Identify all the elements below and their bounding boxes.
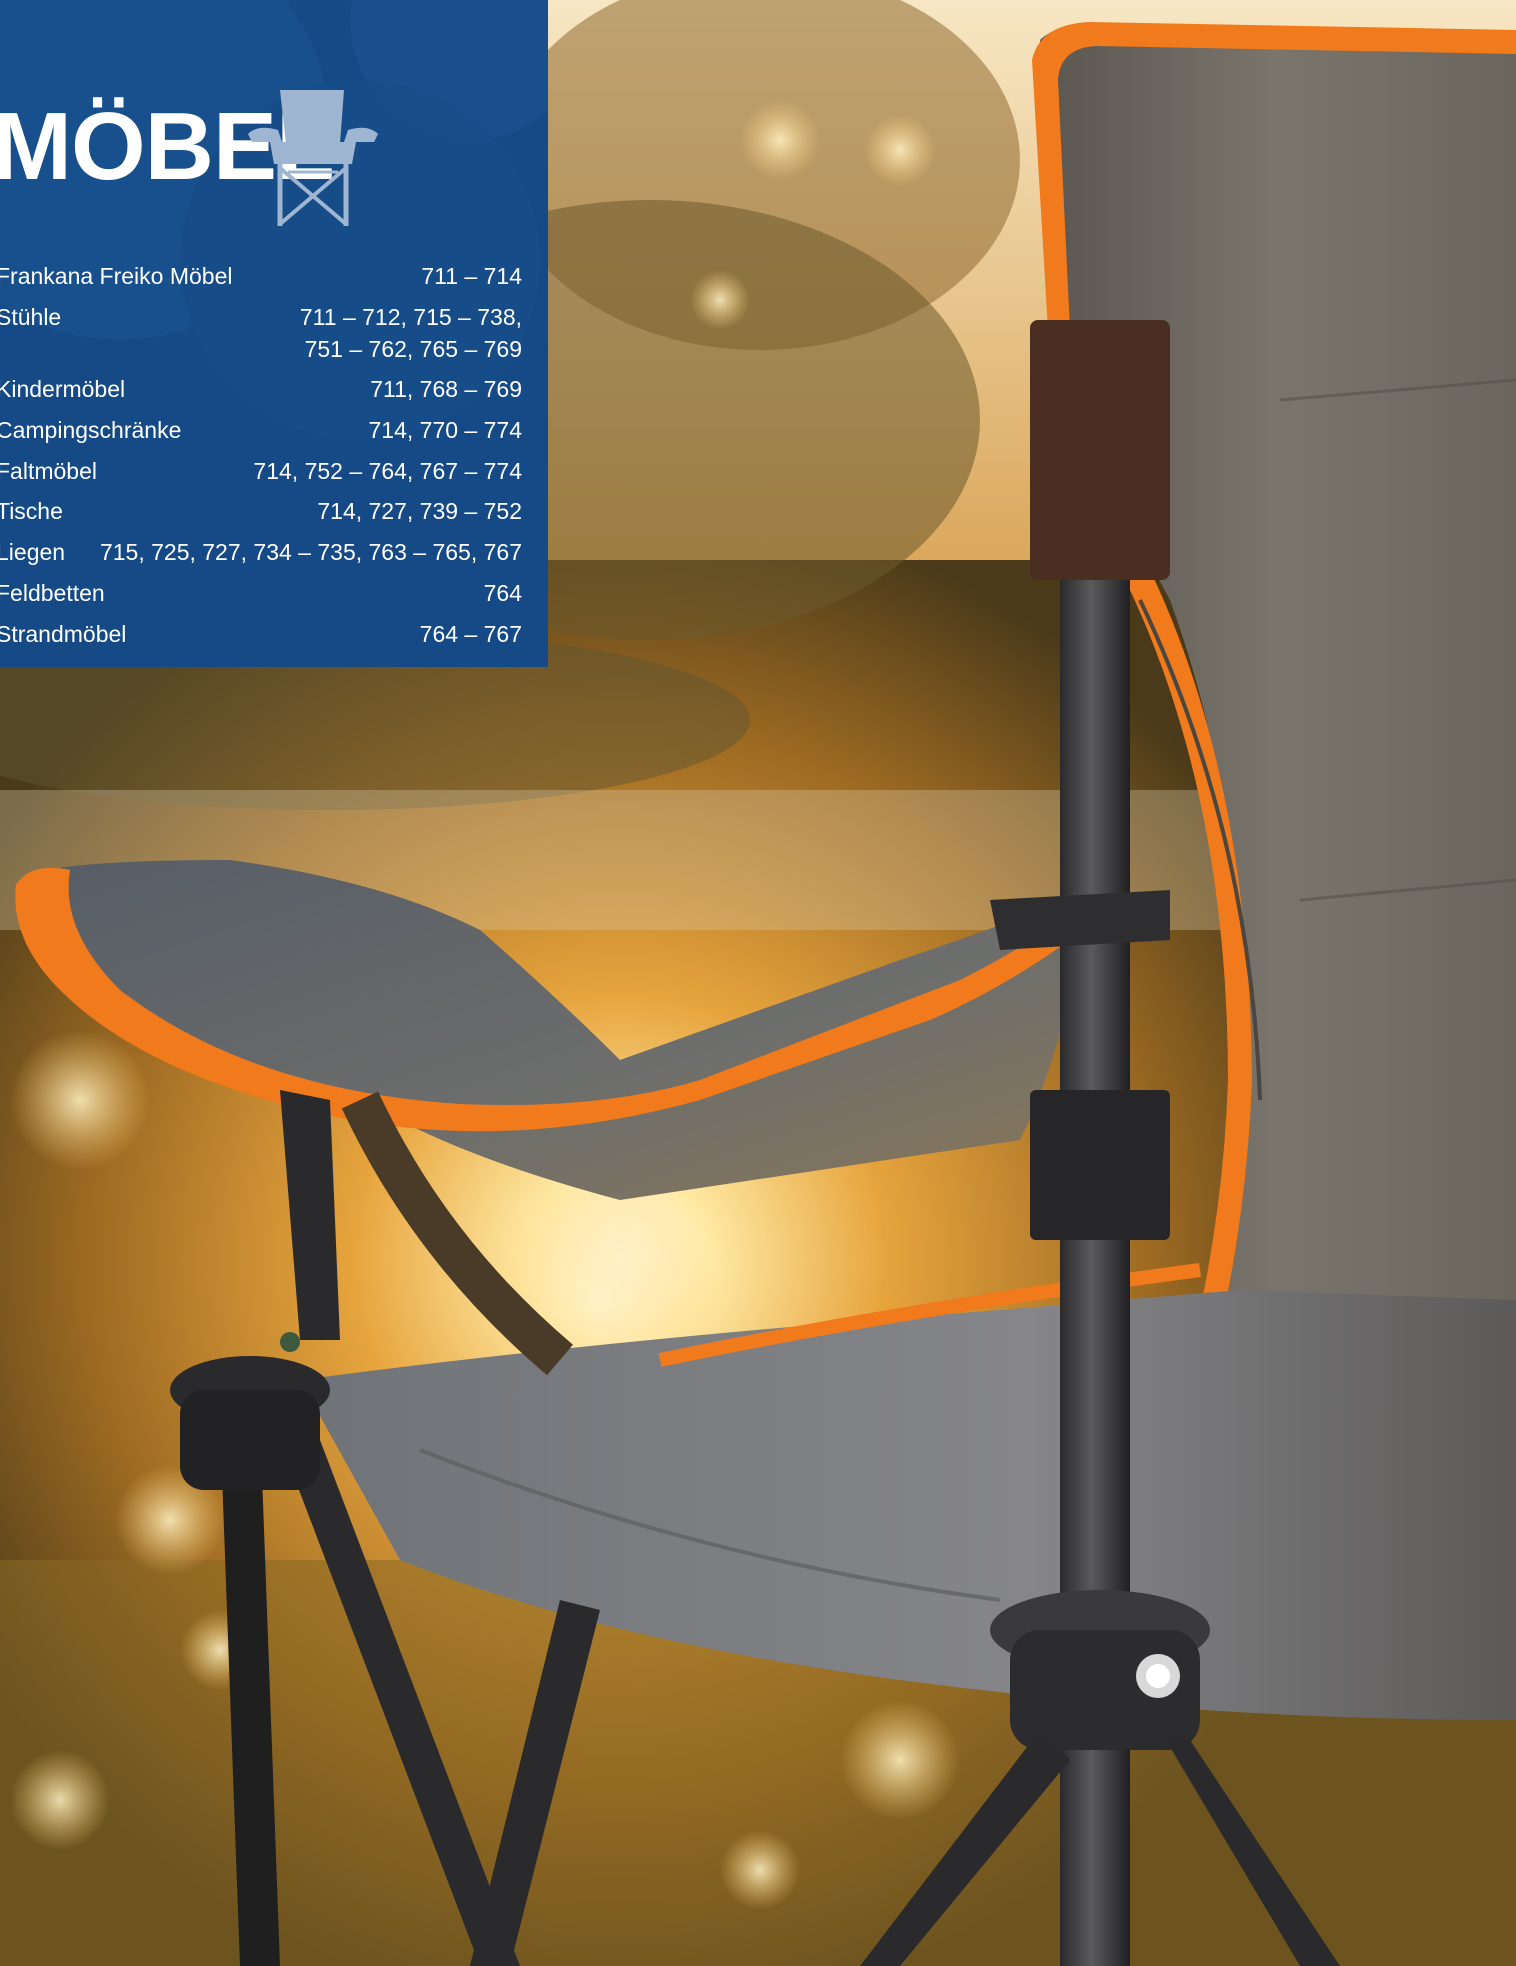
- index-entry-name: Feldbetten: [0, 579, 105, 606]
- index-entry: Kindermöbel 711, 768 – 769: [0, 369, 522, 410]
- index-entry-name: Frankana Freiko Möbel: [0, 263, 233, 289]
- index-entry: Feldbetten 764: [0, 573, 522, 614]
- index-entry: Tische 714, 727, 739 – 752: [0, 491, 522, 532]
- index-entry: Stühle 711 – 712, 715 – 738, 751 – 762, …: [0, 297, 522, 370]
- index-entry-name: Faltmöbel: [0, 457, 97, 484]
- index-entry-name: Liegen: [0, 539, 66, 566]
- index-entry: Liegen 715, 725, 727, 734 – 735, 763 – 7…: [0, 532, 522, 573]
- index-entry: Strandmöbel 764 – 767: [0, 614, 522, 655]
- index-entry: Faltmöbel 714, 752 – 764, 767 – 774: [0, 451, 522, 492]
- index-entry: Frankana Freiko Möbel 711 – 714: [0, 256, 522, 297]
- index-entry-pages: 714, 727, 739 – 752: [317, 498, 522, 525]
- index-entry-name: Kindermöbel: [0, 376, 126, 403]
- index-entry-name: Strandmöbel: [0, 620, 127, 647]
- index-entry-name: Stühle: [0, 303, 62, 330]
- index-entry-pages: 711 – 712, 715 – 738, 751 – 762, 765 – 7…: [299, 303, 522, 362]
- index-entry-name: Tische: [0, 498, 63, 525]
- catalog-page: MÖBEL Frankana Freiko Möbel 711 – 714 St…: [0, 0, 1516, 1966]
- index-entry-pages: 715, 725, 727, 734 – 735, 763 – 765, 767: [99, 539, 522, 566]
- index-entry: Campingschränke 714, 770 – 774: [0, 410, 522, 451]
- index-panel: MÖBEL Frankana Freiko Möbel 711 – 714 St…: [0, 0, 548, 667]
- index-entry-name: Campingschränke: [0, 417, 182, 444]
- index-list: Frankana Freiko Möbel 711 – 714 Stühle 7…: [0, 256, 522, 654]
- folding-chair-icon: [248, 90, 378, 226]
